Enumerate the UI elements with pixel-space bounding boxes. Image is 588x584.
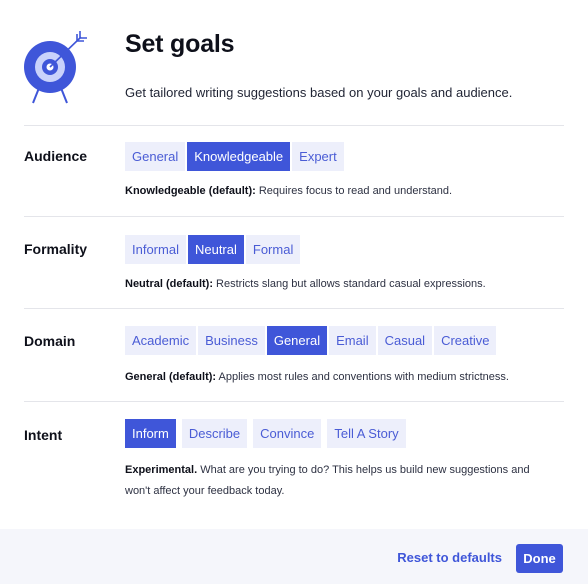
domain-description: General (default): Applies most rules an…: [125, 367, 565, 388]
audience-label: Audience: [24, 148, 88, 164]
domain-desc-text: Applies most rules and conventions with …: [216, 371, 509, 383]
audience-option-knowledgeable[interactable]: Knowledgeable: [187, 142, 291, 171]
domain-option-creative[interactable]: Creative: [434, 326, 497, 355]
domain-option-academic[interactable]: Academic: [125, 326, 197, 355]
done-button[interactable]: Done: [516, 544, 563, 573]
dialog-title: Set goals: [125, 30, 235, 58]
reset-to-defaults-button[interactable]: Reset to defaults: [397, 550, 502, 565]
intent-options: Inform Describe Convince Tell A Story: [125, 419, 406, 448]
intent-option-describe[interactable]: Describe: [181, 419, 248, 448]
formality-option-informal[interactable]: Informal: [125, 235, 186, 264]
formality-desc-strong: Neutral (default):: [125, 278, 213, 290]
domain-label: Domain: [24, 333, 76, 349]
audience-desc-strong: Knowledgeable (default):: [125, 185, 256, 197]
intent-description: Experimental. What are you trying to do?…: [125, 460, 555, 502]
domain-option-general[interactable]: General: [266, 326, 328, 355]
domain-option-casual[interactable]: Casual: [377, 326, 433, 355]
target-arrow-icon: [24, 31, 87, 104]
domain-option-business[interactable]: Business: [198, 326, 265, 355]
formality-desc-text: Restricts slang but allows standard casu…: [213, 278, 486, 290]
intent-option-convince[interactable]: Convince: [253, 419, 322, 448]
dialog-footer: Reset to defaults Done: [0, 529, 588, 584]
domain-options: Academic Business General Email Casual Creati…: [125, 326, 497, 355]
intent-option-tell-a-story[interactable]: Tell A Story: [327, 419, 406, 448]
audience-description: Knowledgeable (default): Requires focus …: [125, 181, 565, 202]
domain-desc-strong: General (default):: [125, 371, 217, 383]
domain-option-email[interactable]: Email: [329, 326, 376, 355]
divider: [24, 308, 564, 309]
audience-options: General Knowledgeable Expert: [125, 142, 344, 171]
audience-option-expert[interactable]: Expert: [292, 142, 344, 171]
formality-options: Informal Neutral Formal: [125, 235, 301, 264]
intent-desc-strong: Experimental.: [125, 464, 198, 476]
formality-description: Neutral (default): Restricts slang but a…: [125, 274, 565, 295]
intent-label: Intent: [24, 427, 63, 443]
formality-option-neutral[interactable]: Neutral: [187, 235, 244, 264]
formality-label: Formality: [24, 241, 88, 257]
intent-option-inform[interactable]: Inform: [125, 419, 176, 448]
divider: [24, 401, 564, 402]
audience-option-general[interactable]: General: [125, 142, 186, 171]
dialog-subtitle: Get tailored writing suggestions based o…: [125, 85, 513, 100]
dialog-header: Set goals Get tailored writing suggestio…: [0, 0, 588, 125]
divider: [24, 125, 564, 126]
divider: [24, 216, 564, 217]
audience-desc-text: Requires focus to read and understand.: [255, 185, 453, 197]
formality-option-formal[interactable]: Formal: [245, 235, 301, 264]
